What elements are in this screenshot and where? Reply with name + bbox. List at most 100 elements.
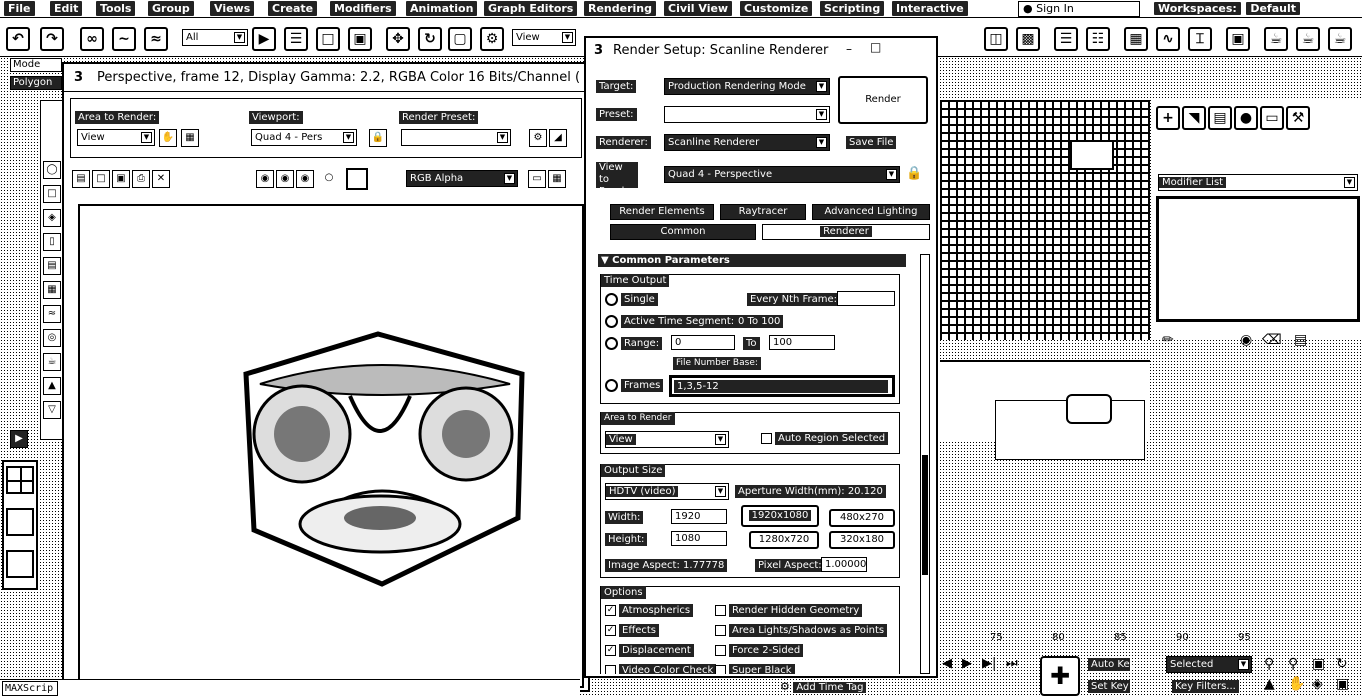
output-size-preset-dropdown[interactable]: HDTV (video) ▼ bbox=[605, 483, 729, 500]
configure-modifier-sets-icon[interactable]: ▤ bbox=[1294, 332, 1307, 348]
select-object-icon[interactable]: ▶ bbox=[252, 27, 276, 51]
grid-icon[interactable]: ▦ bbox=[43, 281, 61, 299]
workspaces-selector[interactable]: Workspaces: Default bbox=[1154, 1, 1362, 17]
zoom-extents-icon[interactable]: ▣ bbox=[1312, 656, 1325, 672]
zoom-all-icon[interactable]: ⚲ bbox=[1288, 656, 1298, 672]
monochrome-icon[interactable] bbox=[346, 168, 368, 190]
material-editor-icon[interactable]: ▣ bbox=[1226, 27, 1250, 51]
preset-1920x1080-button[interactable]: 1920x1080 bbox=[741, 505, 819, 527]
clear-icon[interactable]: ✕ bbox=[152, 170, 170, 188]
mirror-icon[interactable]: ▩ bbox=[1016, 27, 1040, 51]
reference-coordinate-dropdown[interactable]: View ▼ bbox=[512, 29, 576, 46]
area-lights-checkbox[interactable] bbox=[715, 625, 726, 636]
menu-animation[interactable]: Animation bbox=[406, 1, 478, 16]
play-icon[interactable]: ▶ bbox=[10, 430, 28, 448]
environment-icon[interactable]: ◢ bbox=[549, 129, 567, 147]
maxscript-listener[interactable]: MAXScrip bbox=[2, 681, 58, 696]
play-icon[interactable]: ▶ bbox=[962, 656, 972, 671]
render-setup-icon[interactable]: ☕ bbox=[1264, 27, 1288, 51]
single-radio[interactable] bbox=[605, 293, 618, 306]
toggle-ui-icon[interactable]: ▦ bbox=[548, 170, 566, 188]
create-tab-icon[interactable]: + bbox=[1156, 106, 1180, 130]
utilities-tab-icon[interactable]: ⚒ bbox=[1286, 106, 1310, 130]
remove-modifier-icon[interactable]: ⌫ bbox=[1262, 332, 1282, 348]
save-image-icon[interactable]: ▤ bbox=[72, 170, 90, 188]
select-move-icon[interactable]: ✥ bbox=[386, 27, 410, 51]
quad-layout-icon[interactable] bbox=[6, 466, 34, 494]
preset-320x180-button[interactable]: 320x180 bbox=[829, 531, 895, 549]
height-input[interactable]: 1080 bbox=[671, 531, 727, 546]
window-crossing-icon[interactable]: ▣ bbox=[348, 27, 372, 51]
named-selection-icon[interactable]: ◫ bbox=[984, 27, 1008, 51]
teapot-icon[interactable]: ☕ bbox=[43, 353, 61, 371]
area-to-render-dropdown[interactable]: View ▼ bbox=[77, 129, 155, 146]
tab-advanced-lighting[interactable]: Advanced Lighting bbox=[812, 204, 930, 220]
menu-file[interactable]: File bbox=[4, 1, 35, 16]
rollout-scrollbar[interactable] bbox=[920, 254, 930, 674]
go-to-end-icon[interactable]: ⏭ bbox=[1006, 656, 1018, 671]
zoom-icon[interactable]: ⚲ bbox=[1264, 656, 1274, 672]
preset-dropdown[interactable]: ▼ bbox=[664, 106, 830, 123]
rollout-scrollbar-thumb[interactable] bbox=[922, 455, 928, 575]
orbit-icon[interactable]: ↻ bbox=[1336, 656, 1348, 672]
tab-polygon[interactable]: Polygon bbox=[10, 76, 62, 90]
super-black-checkbox[interactable] bbox=[715, 665, 726, 674]
key-mode-icon[interactable]: ✚ bbox=[1040, 656, 1080, 696]
cylinder-icon[interactable]: ▯ bbox=[43, 233, 61, 251]
save-file-checkbox[interactable]: Save File bbox=[846, 136, 897, 149]
frames-input[interactable]: 1,3,5-12 bbox=[669, 375, 895, 397]
sign-in-button[interactable]: ● Sign In bbox=[1018, 1, 1140, 17]
place-icon[interactable]: ⚙ bbox=[480, 27, 504, 51]
key-filters-button[interactable]: Key Filters... bbox=[1172, 680, 1239, 693]
force-2sided-checkbox[interactable] bbox=[715, 645, 726, 656]
make-unique-icon[interactable]: ◉ bbox=[1240, 332, 1252, 348]
range-from-input[interactable]: 0 bbox=[671, 335, 735, 350]
menu-scripting[interactable]: Scripting bbox=[820, 1, 885, 16]
set-key-button[interactable]: Set Key bbox=[1088, 680, 1130, 693]
plane-icon[interactable]: ▤ bbox=[43, 257, 61, 275]
single-layout-icon[interactable] bbox=[6, 508, 34, 536]
layer-explorer-icon[interactable]: ☷ bbox=[1086, 27, 1110, 51]
sphere-icon[interactable]: ◯ bbox=[43, 161, 61, 179]
key-set-dropdown[interactable]: Selected ▼ bbox=[1166, 656, 1252, 673]
frames-radio[interactable] bbox=[605, 379, 618, 392]
torus-icon[interactable]: ◎ bbox=[43, 329, 61, 347]
motion-tab-icon[interactable]: ● bbox=[1234, 106, 1258, 130]
alpha-channel-icon[interactable]: ○ bbox=[320, 170, 338, 188]
auto-key-button[interactable]: Auto Key bbox=[1088, 658, 1136, 671]
maximize-icon[interactable]: □ bbox=[870, 40, 881, 54]
prev-frame-icon[interactable]: ◀ bbox=[942, 656, 952, 671]
menu-civil-view[interactable]: Civil View bbox=[664, 1, 733, 16]
split-layout-icon[interactable] bbox=[6, 550, 34, 578]
pin-stack-icon[interactable]: ✏ bbox=[1162, 332, 1174, 348]
renderer-dropdown[interactable]: Scanline Renderer ▼ bbox=[664, 134, 830, 151]
atmospherics-checkbox[interactable]: ✓ bbox=[605, 605, 616, 616]
rollout-header[interactable]: ▼ Common Parameters bbox=[598, 254, 906, 267]
undo-icon[interactable]: ↶ bbox=[6, 27, 30, 51]
render-setup-icon[interactable]: ⚙ bbox=[529, 129, 547, 147]
menu-customize[interactable]: Customize bbox=[740, 1, 813, 16]
wave-icon[interactable]: ≈ bbox=[43, 305, 61, 323]
rectangular-selection-icon[interactable]: □ bbox=[316, 27, 340, 51]
target-dropdown[interactable]: Production Rendering Mode ▼ bbox=[664, 78, 830, 95]
effects-checkbox[interactable]: ✓ bbox=[605, 625, 616, 636]
menu-group[interactable]: Group bbox=[148, 1, 194, 16]
video-color-check-checkbox[interactable] bbox=[605, 665, 616, 674]
add-time-tag-area[interactable]: ⚙ Add Time Tag bbox=[780, 680, 930, 696]
displacement-checkbox[interactable]: ✓ bbox=[605, 645, 616, 656]
modify-tab-icon[interactable]: ◥ bbox=[1182, 106, 1206, 130]
menu-tools[interactable]: Tools bbox=[96, 1, 136, 16]
unlink-icon[interactable]: ∼ bbox=[112, 27, 136, 51]
clone-window-icon[interactable]: ▣ bbox=[112, 170, 130, 188]
render-preset-dropdown[interactable]: ▼ bbox=[401, 129, 511, 146]
auto-region-icon[interactable]: ▦ bbox=[181, 129, 199, 147]
select-by-name-icon[interactable]: ☰ bbox=[284, 27, 308, 51]
minimize-icon[interactable]: – bbox=[846, 42, 852, 56]
pixel-aspect-input[interactable]: 1.00000 bbox=[821, 557, 867, 572]
menu-interactive[interactable]: Interactive bbox=[892, 1, 968, 16]
tab-renderer[interactable]: Renderer bbox=[762, 224, 930, 240]
print-image-icon[interactable]: ⎙ bbox=[132, 170, 150, 188]
select-rotate-icon[interactable]: ↻ bbox=[418, 27, 442, 51]
hierarchy-tab-icon[interactable]: ▤ bbox=[1208, 106, 1232, 130]
pyramid-icon[interactable]: ▲ bbox=[43, 377, 61, 395]
